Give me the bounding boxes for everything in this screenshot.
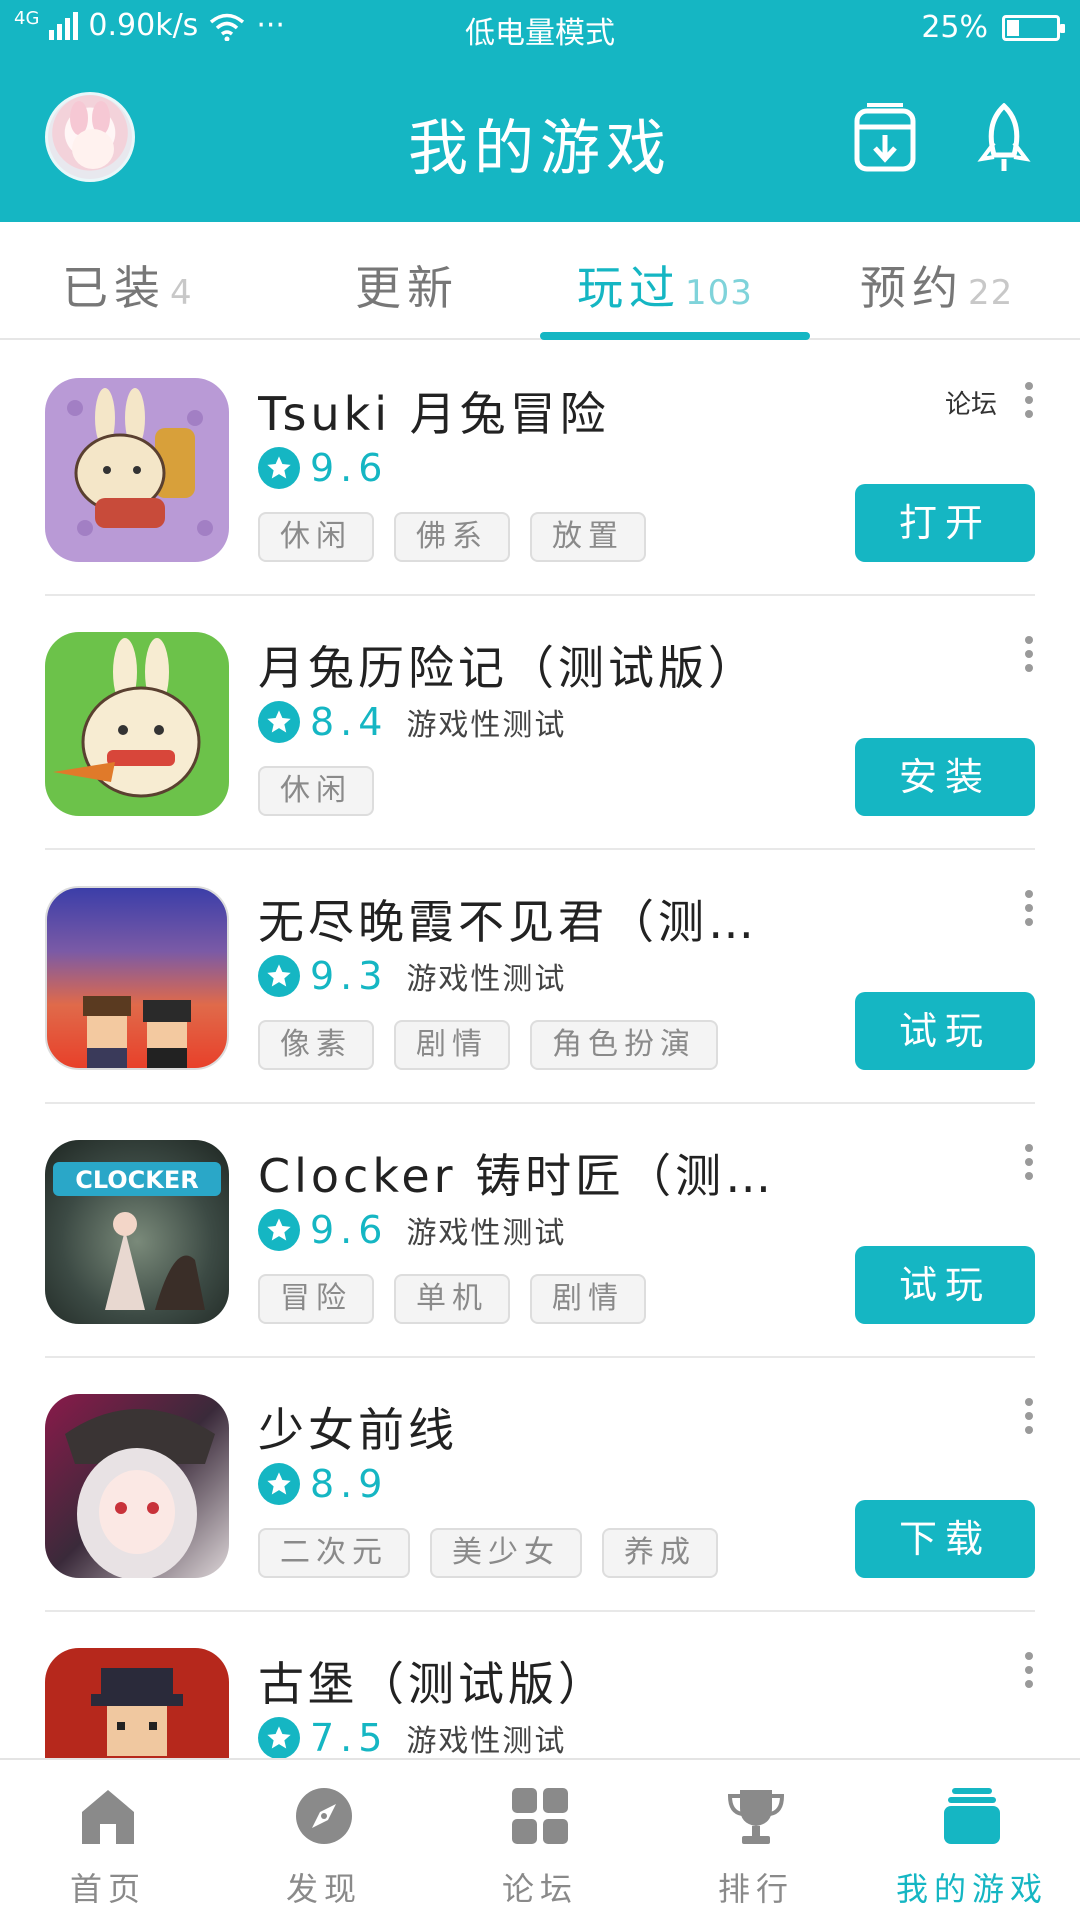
status-bar: 4G 0.90k/s ··· 低电量模式 25% [0, 0, 1080, 56]
game-tag[interactable]: 像素 [258, 1020, 374, 1070]
nav-forum[interactable]: 论坛 [432, 1760, 648, 1920]
tab-played[interactable]: 玩过 103 [577, 252, 753, 318]
game-title[interactable]: 少女前线 [258, 1394, 458, 1460]
game-tag[interactable]: 单机 [394, 1274, 510, 1324]
game-item[interactable]: 古堡（测试版） 7.5 游戏性测试 [0, 1612, 1080, 1758]
test-label: 游戏性测试 [406, 708, 567, 743]
power-mode: 低电量模式 [465, 16, 615, 51]
star-icon [258, 1209, 300, 1251]
forum-link[interactable]: 论坛 [945, 384, 997, 421]
game-icon-castle[interactable] [45, 1648, 229, 1758]
tab-bar: 已装 4 更新 玩过 103 预约 22 [0, 222, 1080, 340]
trial-button[interactable]: 试玩 [855, 1246, 1035, 1324]
game-tag[interactable]: 角色扮演 [530, 1020, 718, 1070]
trophy-icon [727, 1790, 785, 1844]
stack-icon [944, 1788, 1000, 1844]
game-tag[interactable]: 休闲 [258, 766, 374, 816]
game-rating: 8.4 游戏性测试 [258, 700, 566, 744]
bottom-navigation: 首页 发现 论坛 排行 我的游戏 [0, 1758, 1080, 1920]
game-rating: 9.3 游戏性测试 [258, 954, 566, 998]
more-options-icon[interactable] [1022, 890, 1036, 930]
install-button[interactable]: 安装 [855, 738, 1035, 816]
game-item[interactable]: 月兔历险记（测试版） 8.4 游戏性测试 休闲 安装 [0, 596, 1080, 850]
nav-home[interactable]: 首页 [0, 1760, 216, 1920]
game-icon-tsuki-test[interactable] [45, 632, 229, 816]
game-item[interactable]: Tsuki 月兔冒险 9.6 休闲 佛系 放置 论坛 打开 [0, 342, 1080, 596]
tab-installed[interactable]: 已装 4 [62, 252, 193, 318]
nav-ranking[interactable]: 排行 [648, 1760, 864, 1920]
star-icon [258, 1463, 300, 1505]
tab-updates[interactable]: 更新 [355, 252, 463, 318]
more-options-icon[interactable] [1022, 1652, 1036, 1692]
game-tag[interactable]: 休闲 [258, 512, 374, 562]
game-tag[interactable]: 冒险 [258, 1274, 374, 1324]
game-title[interactable]: 古堡（测试版） [258, 1648, 608, 1714]
game-rating: 8.9 [258, 1462, 388, 1506]
star-icon [258, 701, 300, 743]
star-icon [258, 447, 300, 489]
game-tag[interactable]: 剧情 [394, 1020, 510, 1070]
game-item[interactable]: CLOCKER Clocker 铸时匠（测… 9.6 游戏性测试 冒险 单机 剧… [0, 1104, 1080, 1358]
app-header: 4G 0.90k/s ··· 低电量模式 25% 我的游戏 [0, 0, 1080, 222]
compass-icon [296, 1788, 352, 1844]
game-tag[interactable]: 养成 [602, 1528, 718, 1578]
svg-text:CLOCKER: CLOCKER [75, 1166, 199, 1194]
game-item[interactable]: 少女前线 8.9 二次元 美少女 养成 下载 [0, 1358, 1080, 1612]
game-icon-sunset[interactable] [45, 886, 229, 1070]
tag-list: 休闲 [258, 766, 374, 816]
game-icon-tsuki[interactable] [45, 378, 229, 562]
game-icon-girls-frontline[interactable] [45, 1394, 229, 1578]
rating-score: 9.6 [310, 446, 389, 490]
game-tag[interactable]: 放置 [530, 512, 646, 562]
tag-list: 冒险 单机 剧情 [258, 1274, 646, 1324]
page-title: 我的游戏 [408, 114, 672, 184]
game-tag[interactable]: 剧情 [530, 1274, 646, 1324]
battery-icon [1002, 14, 1065, 41]
game-list[interactable]: Tsuki 月兔冒险 9.6 休闲 佛系 放置 论坛 打开 月兔历险记（测试版） [0, 342, 1080, 1758]
game-title[interactable]: 月兔历险记（测试版） [258, 632, 758, 698]
download-manager-icon[interactable] [853, 103, 917, 173]
rating-score: 9.6 [310, 1208, 389, 1252]
more-options-icon[interactable] [1022, 1144, 1036, 1184]
game-rating: 9.6 [258, 446, 388, 490]
nav-my-games[interactable]: 我的游戏 [864, 1760, 1080, 1920]
tab-reserved[interactable]: 预约 22 [860, 252, 1013, 318]
tag-list: 二次元 美少女 养成 [258, 1528, 718, 1578]
rating-score: 7.5 [310, 1716, 389, 1758]
test-label: 游戏性测试 [406, 1724, 567, 1758]
trial-button[interactable]: 试玩 [855, 992, 1035, 1070]
rating-score: 8.9 [310, 1462, 389, 1506]
star-icon [258, 1717, 300, 1758]
home-icon [82, 1790, 134, 1844]
game-title[interactable]: 无尽晚霞不见君（测… [258, 886, 758, 952]
star-icon [258, 955, 300, 997]
game-tag[interactable]: 美少女 [430, 1528, 582, 1578]
game-item[interactable]: 无尽晚霞不见君（测… 9.3 游戏性测试 像素 剧情 角色扮演 试玩 [0, 850, 1080, 1104]
rocket-icon[interactable] [972, 103, 1036, 173]
test-label: 游戏性测试 [406, 962, 567, 997]
rating-score: 9.3 [310, 954, 389, 998]
game-rating: 9.6 游戏性测试 [258, 1208, 566, 1252]
game-tag[interactable]: 二次元 [258, 1528, 410, 1578]
battery-percent: 25% [921, 10, 988, 45]
grid-icon [512, 1788, 568, 1844]
rating-score: 8.4 [310, 700, 389, 744]
game-rating: 7.5 游戏性测试 [258, 1716, 566, 1758]
tag-list: 像素 剧情 角色扮演 [258, 1020, 718, 1070]
open-button[interactable]: 打开 [855, 484, 1035, 562]
nav-discover[interactable]: 发现 [216, 1760, 432, 1920]
more-options-icon[interactable] [1022, 1398, 1036, 1438]
more-options-icon[interactable] [1022, 382, 1036, 422]
game-title[interactable]: Tsuki 月兔冒险 [258, 378, 610, 444]
game-tag[interactable]: 佛系 [394, 512, 510, 562]
more-options-icon[interactable] [1022, 636, 1036, 676]
game-title[interactable]: Clocker 铸时匠（测… [258, 1140, 775, 1206]
tag-list: 休闲 佛系 放置 [258, 512, 646, 562]
active-tab-indicator [540, 332, 810, 340]
test-label: 游戏性测试 [406, 1216, 567, 1251]
download-button[interactable]: 下载 [855, 1500, 1035, 1578]
game-icon-clocker[interactable]: CLOCKER [45, 1140, 229, 1324]
